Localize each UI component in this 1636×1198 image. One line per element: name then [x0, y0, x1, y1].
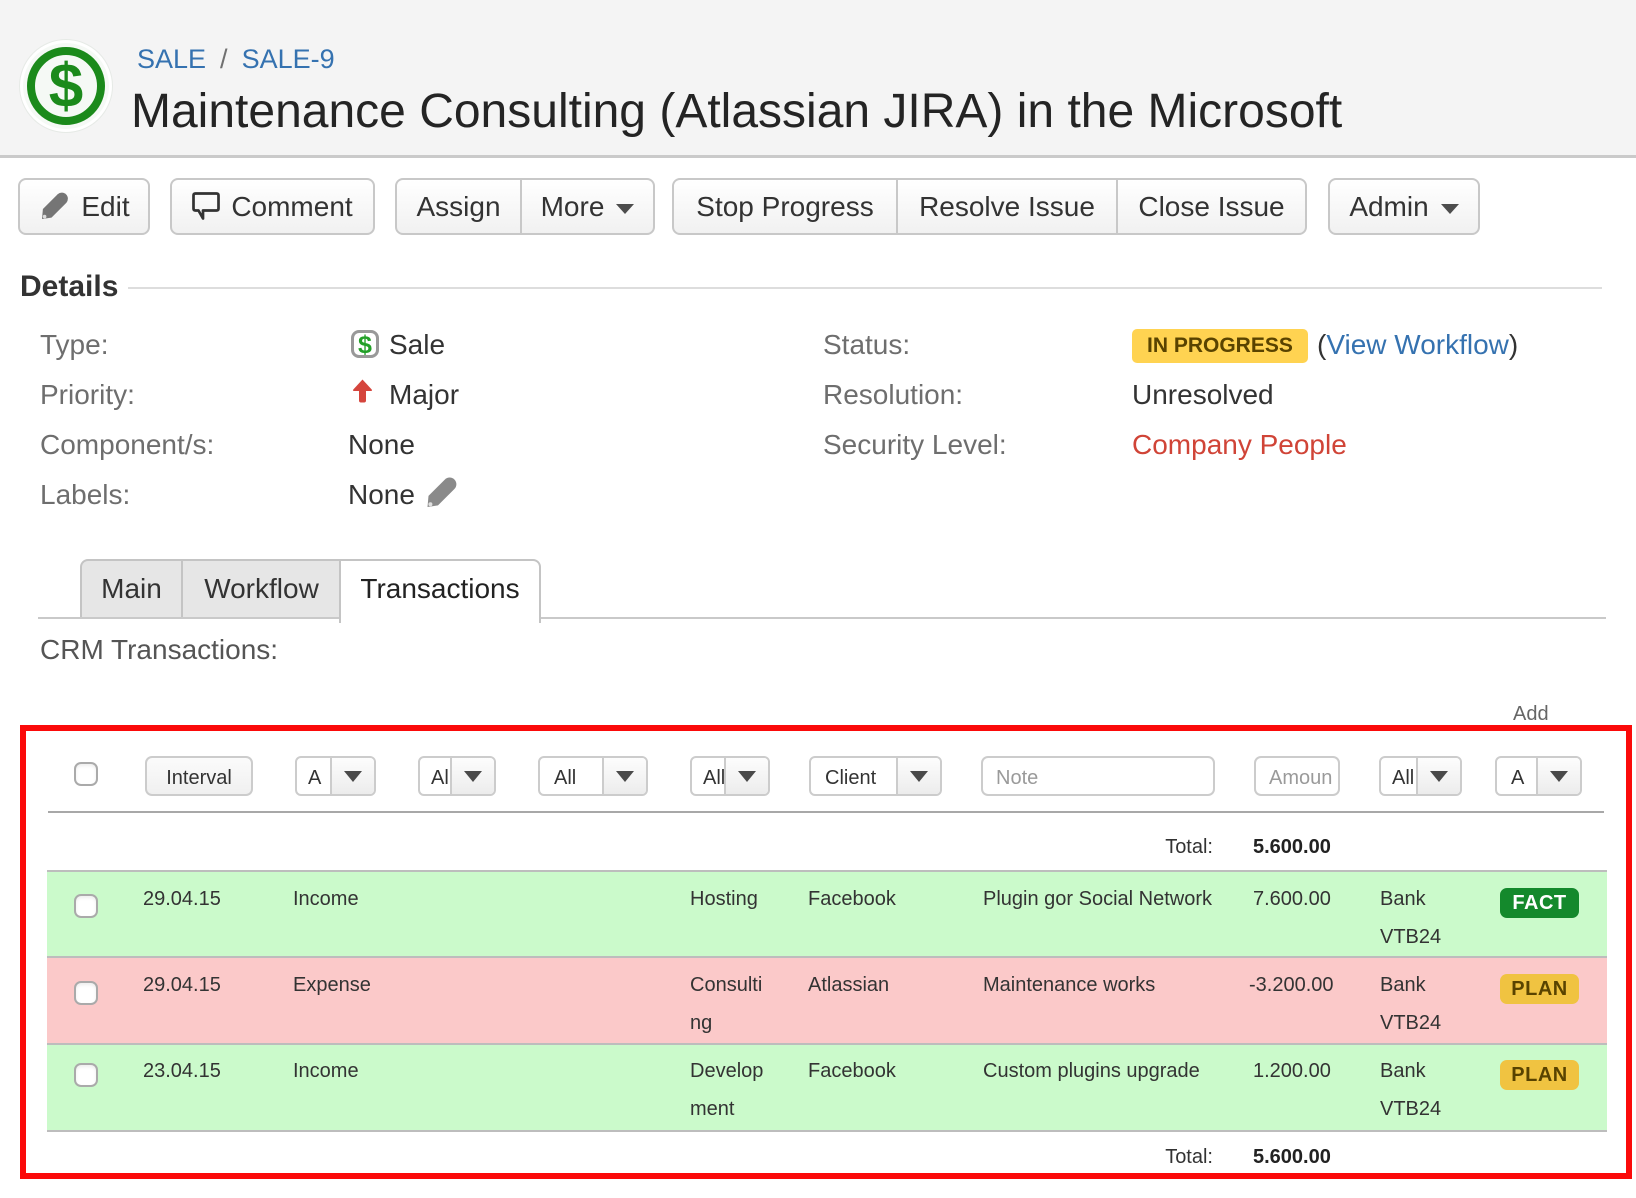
svg-text:$: $: [49, 52, 83, 121]
